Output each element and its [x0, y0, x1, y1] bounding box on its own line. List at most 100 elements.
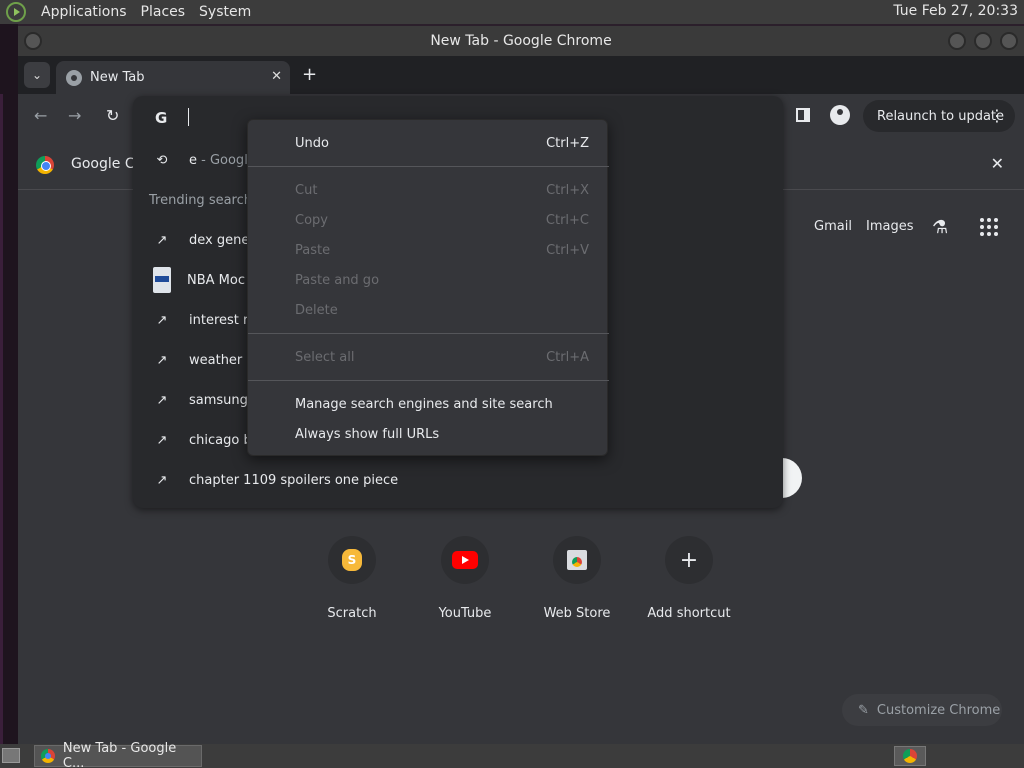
clock[interactable]: Tue Feb 27, 20:33 [893, 3, 1018, 19]
chrome-icon [41, 749, 55, 763]
trending-icon: ↗ [156, 352, 168, 368]
shortcut-youtube[interactable]: YouTube [415, 536, 515, 621]
suggestion-text: samsung [189, 392, 248, 408]
shortcut-web-store[interactable]: Web Store [527, 536, 627, 621]
taskbar-window-label: New Tab - Google C... [62, 741, 177, 768]
customize-chrome-button[interactable]: ✎ Customize Chrome [842, 694, 1002, 726]
new-tab-button[interactable]: + [302, 64, 317, 85]
forward-button[interactable]: → [68, 106, 81, 125]
trending-icon: ↗ [156, 392, 168, 408]
gmail-link[interactable]: Gmail [814, 219, 852, 234]
window-title: New Tab - Google Chrome [430, 33, 612, 49]
relaunch-label: Relaunch to update [877, 108, 1005, 124]
menu-item-paste: Paste Ctrl+V [248, 235, 609, 265]
window-titlebar[interactable]: New Tab - Google Chrome [18, 26, 1024, 56]
relaunch-to-update-button[interactable]: Relaunch to update ⋮ [863, 100, 1015, 132]
menu-separator [248, 166, 609, 167]
suggestion-text: NBA Moc [187, 272, 245, 288]
menu-item-label: Manage search engines and site search [295, 396, 553, 412]
tab-new-tab[interactable]: New Tab ✕ [56, 61, 290, 94]
trending-icon: ↗ [156, 432, 168, 448]
menu-item-shortcut: Ctrl+C [545, 212, 589, 228]
customize-label: Customize Chrome [876, 702, 1001, 718]
shortcut-label: Web Store [543, 606, 611, 621]
suggestion-text: weather s [189, 352, 254, 368]
show-desktop-icon[interactable] [2, 748, 20, 763]
menu-item-manage-search-engines[interactable]: Manage search engines and site search [248, 389, 609, 419]
chevron-down-icon: ⌄ [31, 68, 43, 82]
menu-item-label: Select all [295, 349, 355, 365]
menu-item-shortcut: Ctrl+A [546, 349, 589, 365]
pencil-icon: ✎ [858, 702, 869, 718]
suggestion-text: chicago b [189, 432, 252, 448]
trending-icon: ↗ [156, 472, 168, 488]
menu-item-paste-and-go: Paste and go [248, 265, 609, 295]
shortcut-label: Add shortcut [647, 606, 731, 621]
suggestion-source: - Googl [197, 152, 248, 168]
menu-item-label: Copy [295, 212, 328, 228]
shortcut-scratch[interactable]: S Scratch [302, 536, 402, 621]
menu-item-copy: Copy Ctrl+C [248, 205, 609, 235]
web-store-icon [567, 550, 587, 570]
history-icon: ⟲ [156, 152, 168, 168]
suggestion-text: dex gener [189, 232, 255, 248]
tray-chrome-icon[interactable] [894, 746, 926, 766]
menu-separator [248, 333, 609, 334]
context-menu: Undo Ctrl+Z Cut Ctrl+X Copy Ctrl+C Paste… [247, 119, 609, 456]
chrome-favicon-icon [66, 69, 82, 86]
trending-icon: ↗ [156, 312, 168, 328]
shortcut-label: Scratch [327, 606, 377, 621]
add-shortcut-button[interactable]: + Add shortcut [639, 536, 739, 621]
profile-icon[interactable] [830, 105, 850, 125]
menu-item-label: Undo [295, 135, 329, 151]
distro-logo-icon[interactable] [6, 2, 26, 22]
more-menu-icon[interactable]: ⋮ [989, 106, 1005, 125]
menu-item-delete: Delete [248, 295, 609, 325]
side-panel-icon[interactable] [796, 108, 810, 122]
window-menu-icon[interactable] [24, 32, 42, 50]
taskbar-chrome-window[interactable]: New Tab - Google C... [34, 741, 202, 768]
tab-title: New Tab [90, 70, 145, 85]
chrome-logo-icon [36, 156, 54, 174]
tab-search-button[interactable]: ⌄ [24, 62, 50, 88]
youtube-icon [452, 551, 478, 569]
menu-item-label: Cut [295, 182, 318, 198]
trending-header: Trending search [149, 193, 252, 208]
menu-item-select-all: Select all Ctrl+A [248, 342, 609, 372]
menu-item-undo[interactable]: Undo Ctrl+Z [248, 128, 609, 158]
trending-icon: ↗ [156, 232, 168, 248]
ntp-search-box[interactable] [780, 458, 802, 498]
maximize-icon[interactable] [974, 32, 992, 50]
shortcut-label: YouTube [438, 606, 492, 621]
menu-item-always-show-full-urls[interactable]: Always show full URLs [248, 419, 609, 449]
menu-applications[interactable]: Applications [34, 4, 134, 20]
reload-button[interactable]: ↻ [106, 106, 119, 125]
menu-item-shortcut: Ctrl+V [546, 242, 589, 258]
menu-item-label: Always show full URLs [295, 426, 440, 442]
back-button[interactable]: ← [34, 106, 47, 125]
google-g-icon: G [155, 109, 168, 127]
images-link[interactable]: Images [866, 219, 914, 234]
close-tab-icon[interactable]: ✕ [271, 69, 282, 84]
menu-item-label: Paste and go [295, 272, 380, 288]
infobar-close-icon[interactable]: ✕ [991, 154, 1004, 173]
menu-places[interactable]: Places [134, 4, 193, 20]
google-apps-icon[interactable] [980, 218, 998, 236]
suggestion-text: chapter 1109 spoilers one piece [189, 472, 399, 488]
menu-item-shortcut: Ctrl+X [546, 182, 589, 198]
nba-thumbnail-icon [153, 267, 171, 293]
menu-item-label: Paste [295, 242, 331, 258]
close-window-icon[interactable] [1000, 32, 1018, 50]
desktop-edge [0, 24, 18, 744]
suggestion-text: e [189, 152, 197, 168]
menu-system[interactable]: System [192, 4, 258, 20]
menu-separator [248, 380, 609, 381]
bottom-taskbar: New Tab - Google C... [0, 741, 1024, 768]
minimize-icon[interactable] [948, 32, 966, 50]
plus-icon: + [679, 547, 699, 573]
system-top-panel: Applications Places System Tue Feb 27, 2… [0, 0, 1024, 24]
suggestion-trending[interactable]: ↗ chapter 1109 spoilers one piece [133, 460, 783, 500]
omnibox-input[interactable] [188, 108, 189, 126]
menu-item-shortcut: Ctrl+Z [546, 135, 589, 151]
labs-flask-icon[interactable]: ⚗ [932, 217, 948, 238]
